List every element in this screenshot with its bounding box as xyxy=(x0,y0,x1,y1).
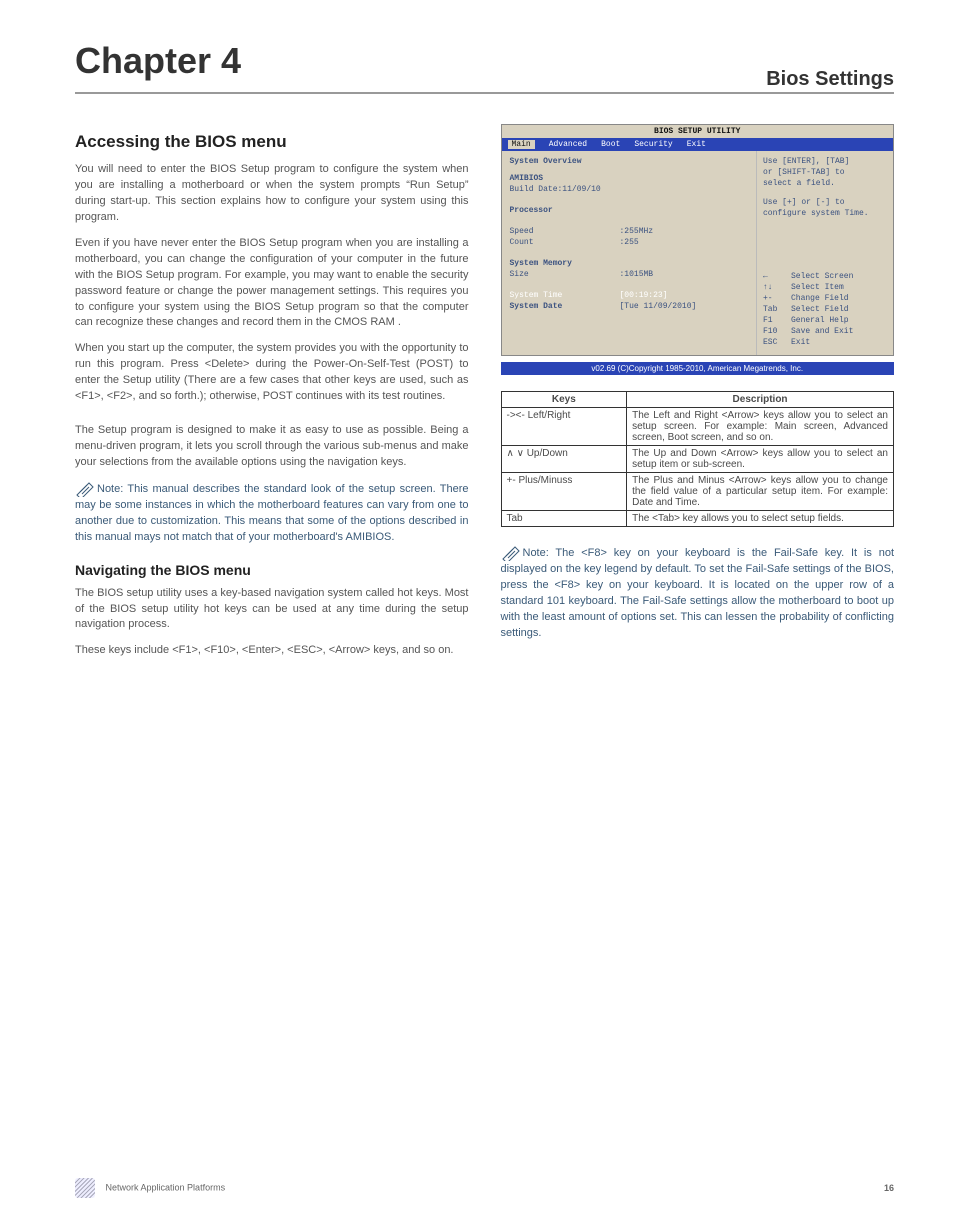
cell-desc-0: The Left and Right <Arrow> keys allow yo… xyxy=(627,408,894,446)
bios-nav-4-k: F1 xyxy=(763,316,791,325)
bios-systime-val: [00:19:23] xyxy=(620,291,668,300)
bios-systime-label: System Time xyxy=(510,291,620,300)
bios-nav-3: TabSelect Field xyxy=(763,305,887,314)
cell-desc-1: The Up and Down <Arrow> keys allow you t… xyxy=(627,446,894,473)
bios-nav-2-v: Change Field xyxy=(791,294,849,303)
th-desc: Description xyxy=(627,392,894,408)
bios-amibios: AMIBIOS xyxy=(510,174,748,183)
th-keys: Keys xyxy=(501,392,627,408)
para-5: The BIOS setup utility uses a key-based … xyxy=(75,586,469,634)
bios-size-label: Size xyxy=(510,270,620,279)
table-row: Tab The <Tab> key allows you to select s… xyxy=(501,511,894,527)
bios-help-pane: Use [ENTER], [TAB] or [SHIFT-TAB] to sel… xyxy=(756,151,893,355)
bios-nav-3-v: Select Field xyxy=(791,305,849,314)
bios-nav-2: +-Change Field xyxy=(763,294,887,303)
bios-tab-main: Main xyxy=(508,140,535,149)
bios-nav-6: ESCExit xyxy=(763,338,887,347)
para-1: You will need to enter the BIOS Setup pr… xyxy=(75,162,469,226)
bios-speed-label: Speed xyxy=(510,227,620,236)
bios-nav-4: F1General Help xyxy=(763,316,887,325)
page-header: Chapter 4 Bios Settings xyxy=(75,40,894,94)
cell-key-1: ∧ ∨ Up/Down xyxy=(501,446,627,473)
para-4: The Setup program is designed to make it… xyxy=(75,423,469,471)
cell-key-2: +- Plus/Minuss xyxy=(501,473,627,511)
bios-sysdate-label: System Date xyxy=(510,302,620,311)
bios-help-1: Use [ENTER], [TAB] xyxy=(763,157,887,166)
bios-systime-row: System Time[00:19:23] xyxy=(510,291,748,300)
bios-sysmem: System Memory xyxy=(510,259,748,268)
para-2: Even if you have never enter the BIOS Se… xyxy=(75,236,469,332)
table-header-row: Keys Description xyxy=(501,392,894,408)
bios-count-row: Count:255 xyxy=(510,238,748,247)
bios-processor: Processor xyxy=(510,206,748,215)
bios-body: System Overview AMIBIOS Build Date:11/09… xyxy=(502,151,894,355)
right-column: BIOS SETUP UTILITY Main Advanced Boot Se… xyxy=(501,124,895,669)
bios-tab-exit: Exit xyxy=(687,140,706,149)
bios-overview: System Overview xyxy=(510,157,748,166)
bios-tab-boot: Boot xyxy=(601,140,620,149)
para-6: These keys include <F1>, <F10>, <Enter>,… xyxy=(75,643,469,659)
note-icon xyxy=(75,481,95,497)
bios-help-4: Use [+] or [-] to xyxy=(763,198,887,207)
bios-size-row: Size:1015MB xyxy=(510,270,748,279)
para-3: When you start up the computer, the syst… xyxy=(75,341,469,405)
bios-title: BIOS SETUP UTILITY xyxy=(502,125,894,138)
note-2-text: Note: The <F8> key on your keyboard is t… xyxy=(501,547,895,639)
bios-sysdate-val: [Tue 11/09/2010] xyxy=(620,302,697,311)
bios-tab-advanced: Advanced xyxy=(549,140,587,149)
table-row: -><- Left/Right The Left and Right <Arro… xyxy=(501,408,894,446)
heading-accessing: Accessing the BIOS menu xyxy=(75,132,469,152)
bios-nav-6-v: Exit xyxy=(791,338,810,347)
bios-build: Build Date:11/09/10 xyxy=(510,185,748,194)
bios-screenshot: BIOS SETUP UTILITY Main Advanced Boot Se… xyxy=(501,124,895,356)
left-column: Accessing the BIOS menu You will need to… xyxy=(75,124,469,669)
table-row: ∧ ∨ Up/Down The Up and Down <Arrow> keys… xyxy=(501,446,894,473)
bios-tab-security: Security xyxy=(634,140,672,149)
page-number: 16 xyxy=(884,1183,894,1193)
bios-count-val: :255 xyxy=(620,238,639,247)
note-icon xyxy=(501,545,521,561)
cell-desc-2: The Plus and Minus <Arrow> keys allow yo… xyxy=(627,473,894,511)
bios-nav-1-k: ↑↓ xyxy=(763,283,791,292)
footer-left: Network Application Platforms xyxy=(75,1178,225,1198)
keys-table: Keys Description -><- Left/Right The Lef… xyxy=(501,391,895,527)
bios-menubar: Main Advanced Boot Security Exit xyxy=(502,138,894,151)
bios-help-2: or [SHIFT-TAB] to xyxy=(763,168,887,177)
bios-nav-1: ↑↓Select Item xyxy=(763,283,887,292)
bios-speed-val: :255MHz xyxy=(620,227,654,236)
cell-desc-3: The <Tab> key allows you to select setup… xyxy=(627,511,894,527)
bios-nav-1-v: Select Item xyxy=(791,283,844,292)
bios-nav-0-k: ← xyxy=(763,272,791,281)
bios-help-5: configure system Time. xyxy=(763,209,887,218)
bios-nav-5-k: F10 xyxy=(763,327,791,336)
bios-speed-row: Speed:255MHz xyxy=(510,227,748,236)
content-columns: Accessing the BIOS menu You will need to… xyxy=(75,124,894,669)
bios-sysdate-row: System Date[Tue 11/09/2010] xyxy=(510,302,748,311)
bios-nav-5: F10Save and Exit xyxy=(763,327,887,336)
bios-size-val: :1015MB xyxy=(620,270,654,279)
cell-key-0: -><- Left/Right xyxy=(501,408,627,446)
note-2: Note: The <F8> key on your keyboard is t… xyxy=(501,545,895,642)
cell-key-3: Tab xyxy=(501,511,627,527)
note-1-text: Note: This manual describes the standard… xyxy=(75,483,469,543)
bios-nav-0: ←Select Screen xyxy=(763,272,887,281)
bios-nav-0-v: Select Screen xyxy=(791,272,853,281)
bios-nav-6-k: ESC xyxy=(763,338,791,347)
note-1: Note: This manual describes the standard… xyxy=(75,481,469,546)
bios-count-label: Count xyxy=(510,238,620,247)
bios-nav-4-v: General Help xyxy=(791,316,849,325)
table-row: +- Plus/Minuss The Plus and Minus <Arrow… xyxy=(501,473,894,511)
section-topright: Bios Settings xyxy=(766,68,894,91)
footer-logo-icon xyxy=(75,1178,95,1198)
bios-footer: v02.69 (C)Copyright 1985-2010, American … xyxy=(501,362,895,375)
bios-nav-3-k: Tab xyxy=(763,305,791,314)
bios-nav-5-v: Save and Exit xyxy=(791,327,853,336)
header-rule xyxy=(75,92,894,94)
bios-help-3: select a field. xyxy=(763,179,887,188)
bios-nav-2-k: +- xyxy=(763,294,791,303)
heading-navigating: Navigating the BIOS menu xyxy=(75,562,469,578)
bios-left-pane: System Overview AMIBIOS Build Date:11/09… xyxy=(502,151,756,355)
footer-text: Network Application Platforms xyxy=(106,1182,226,1192)
page-footer: Network Application Platforms 16 xyxy=(75,1178,894,1198)
